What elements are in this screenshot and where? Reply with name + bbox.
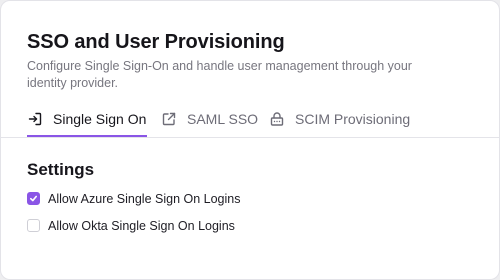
page-header: SSO and User Provisioning Configure Sing… (27, 29, 473, 92)
external-link-icon (161, 111, 177, 127)
tab-single-sign-on[interactable]: Single Sign On (27, 105, 147, 137)
tab-saml-sso[interactable]: SAML SSO (161, 105, 258, 137)
option-label: Allow Okta Single Sign On Logins (48, 218, 235, 233)
check-icon (29, 195, 38, 202)
page-title: SSO and User Provisioning (27, 31, 285, 53)
sso-settings-card: SSO and User Provisioning Configure Sing… (0, 0, 500, 280)
lock-icon (269, 111, 285, 127)
tab-label: Single Sign On (53, 111, 147, 127)
tab-label: SAML SSO (187, 111, 259, 127)
tab-label: SCIM Provisioning (295, 111, 411, 127)
sign-in-icon (27, 111, 43, 127)
tab-bar: Single Sign On SAML SSO SCIM Provisionin… (1, 105, 499, 138)
page-subtitle: Configure Single Sign-On and handle user… (27, 59, 412, 90)
okta-sso-checkbox[interactable] (27, 219, 40, 232)
settings-title: Settings (27, 160, 95, 179)
option-okta-sso[interactable]: Allow Okta Single Sign On Logins (27, 216, 473, 235)
tab-scim-provisioning[interactable]: SCIM Provisioning (269, 105, 410, 137)
settings-section: Settings Allow Azure Single Sign On Logi… (27, 159, 473, 235)
option-label: Allow Azure Single Sign On Logins (48, 191, 241, 206)
azure-sso-checkbox[interactable] (27, 192, 40, 205)
option-azure-sso[interactable]: Allow Azure Single Sign On Logins (27, 189, 473, 208)
